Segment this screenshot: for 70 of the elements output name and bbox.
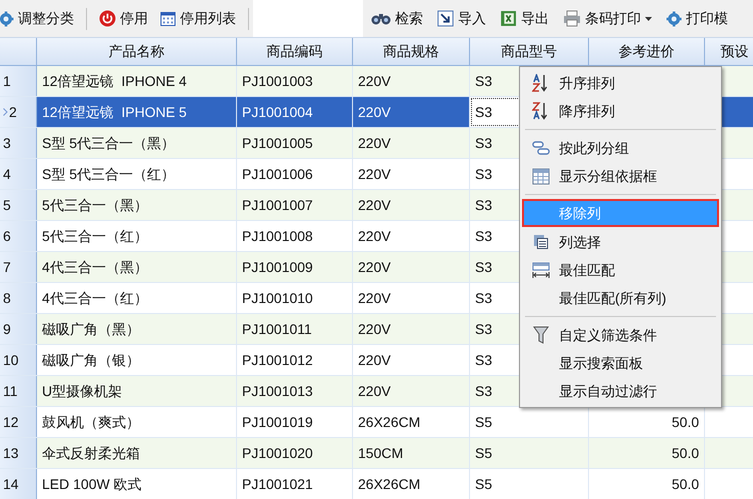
table-cell: 磁吸广角（黑）	[37, 314, 237, 344]
row-number: 8	[0, 283, 37, 313]
toolbar-button[interactable]: 导出	[496, 6, 553, 32]
table-cell: 伞式反射柔光箱	[37, 438, 237, 468]
table-cell: PJ1001020	[237, 438, 353, 468]
binoculars-icon	[371, 11, 391, 26]
row-number: 4	[0, 159, 37, 189]
row-number: 6	[0, 221, 37, 251]
column-header[interactable]: 参考进价	[589, 38, 705, 65]
toolbar-button[interactable]: 检索	[367, 6, 427, 32]
calendar-icon	[160, 10, 176, 26]
toolbar-button[interactable]: 打印模	[662, 6, 732, 32]
table-cell: PJ1001003	[237, 66, 353, 96]
row-number: 7	[0, 252, 37, 282]
power-icon	[99, 10, 116, 27]
toolbar-button[interactable]: 条码打印	[559, 6, 656, 32]
table-cell	[705, 438, 753, 468]
row-number: 14	[0, 469, 37, 499]
table-cell: 220V	[353, 252, 470, 282]
table-cell: PJ1001009	[237, 252, 353, 282]
table-cell: 4代三合一（黑）	[37, 252, 237, 282]
table-cell: 5代三合一（黑）	[37, 190, 237, 220]
row-number: 1	[0, 66, 37, 96]
column-header[interactable]: 商品规格	[353, 38, 470, 65]
toolbar-button[interactable]: 导入	[433, 6, 490, 32]
group-icon	[532, 141, 550, 155]
row-number: 12	[0, 407, 37, 437]
table-cell: PJ1001011	[237, 314, 353, 344]
toolbar-button[interactable]: 调整分类	[0, 6, 78, 32]
column-header[interactable]: 产品名称	[37, 38, 237, 65]
column-header[interactable]: 商品编码	[237, 38, 353, 65]
row-number: 5	[0, 190, 37, 220]
row-number: 11	[0, 376, 37, 406]
table-cell: PJ1001007	[237, 190, 353, 220]
sort-descending-icon	[532, 102, 550, 120]
table-cell: S5	[470, 438, 589, 468]
column-header[interactable]: 预设	[705, 38, 753, 65]
table-cell: 220V	[353, 97, 470, 127]
row-number: 9	[0, 314, 37, 344]
import-icon	[437, 10, 454, 27]
column-header[interactable]: 商品型号	[470, 38, 589, 65]
table-cell: PJ1001004	[237, 97, 353, 127]
table-icon	[532, 168, 550, 184]
row-number: 10	[0, 345, 37, 375]
table-cell: 150CM	[353, 438, 470, 468]
table-cell: 220V	[353, 66, 470, 96]
table-cell: PJ1001005	[237, 128, 353, 158]
row-number: 13	[0, 438, 37, 468]
table-cell: 12倍望远镜 IPHONE 5	[37, 97, 237, 127]
caret-icon	[645, 16, 652, 20]
toolbar-button[interactable]: 停用列表	[156, 6, 240, 32]
printer-icon	[563, 10, 581, 27]
table-cell: U型摄像机架	[37, 376, 237, 406]
toolbar-button[interactable]: 停用	[95, 6, 152, 32]
table-cell: 50.0	[589, 438, 705, 468]
table-cell: 220V	[353, 128, 470, 158]
row-number: 2	[0, 97, 37, 127]
funnel-icon	[533, 326, 549, 344]
table-cell: 220V	[353, 314, 470, 344]
row-number: 3	[0, 128, 37, 158]
sort-ascending-icon	[532, 74, 550, 92]
table-cell: S型 5代三合一（黑）	[37, 128, 237, 158]
table-cell: PJ1001013	[237, 376, 353, 406]
column-list-icon	[534, 235, 548, 249]
table-cell: 220V	[353, 376, 470, 406]
gear-icon	[666, 10, 682, 26]
best-fit-icon	[532, 262, 550, 278]
table-cell: 12倍望远镜 IPHONE 4	[37, 66, 237, 96]
table-cell: 220V	[353, 190, 470, 220]
spreadsheet-icon	[500, 10, 517, 27]
